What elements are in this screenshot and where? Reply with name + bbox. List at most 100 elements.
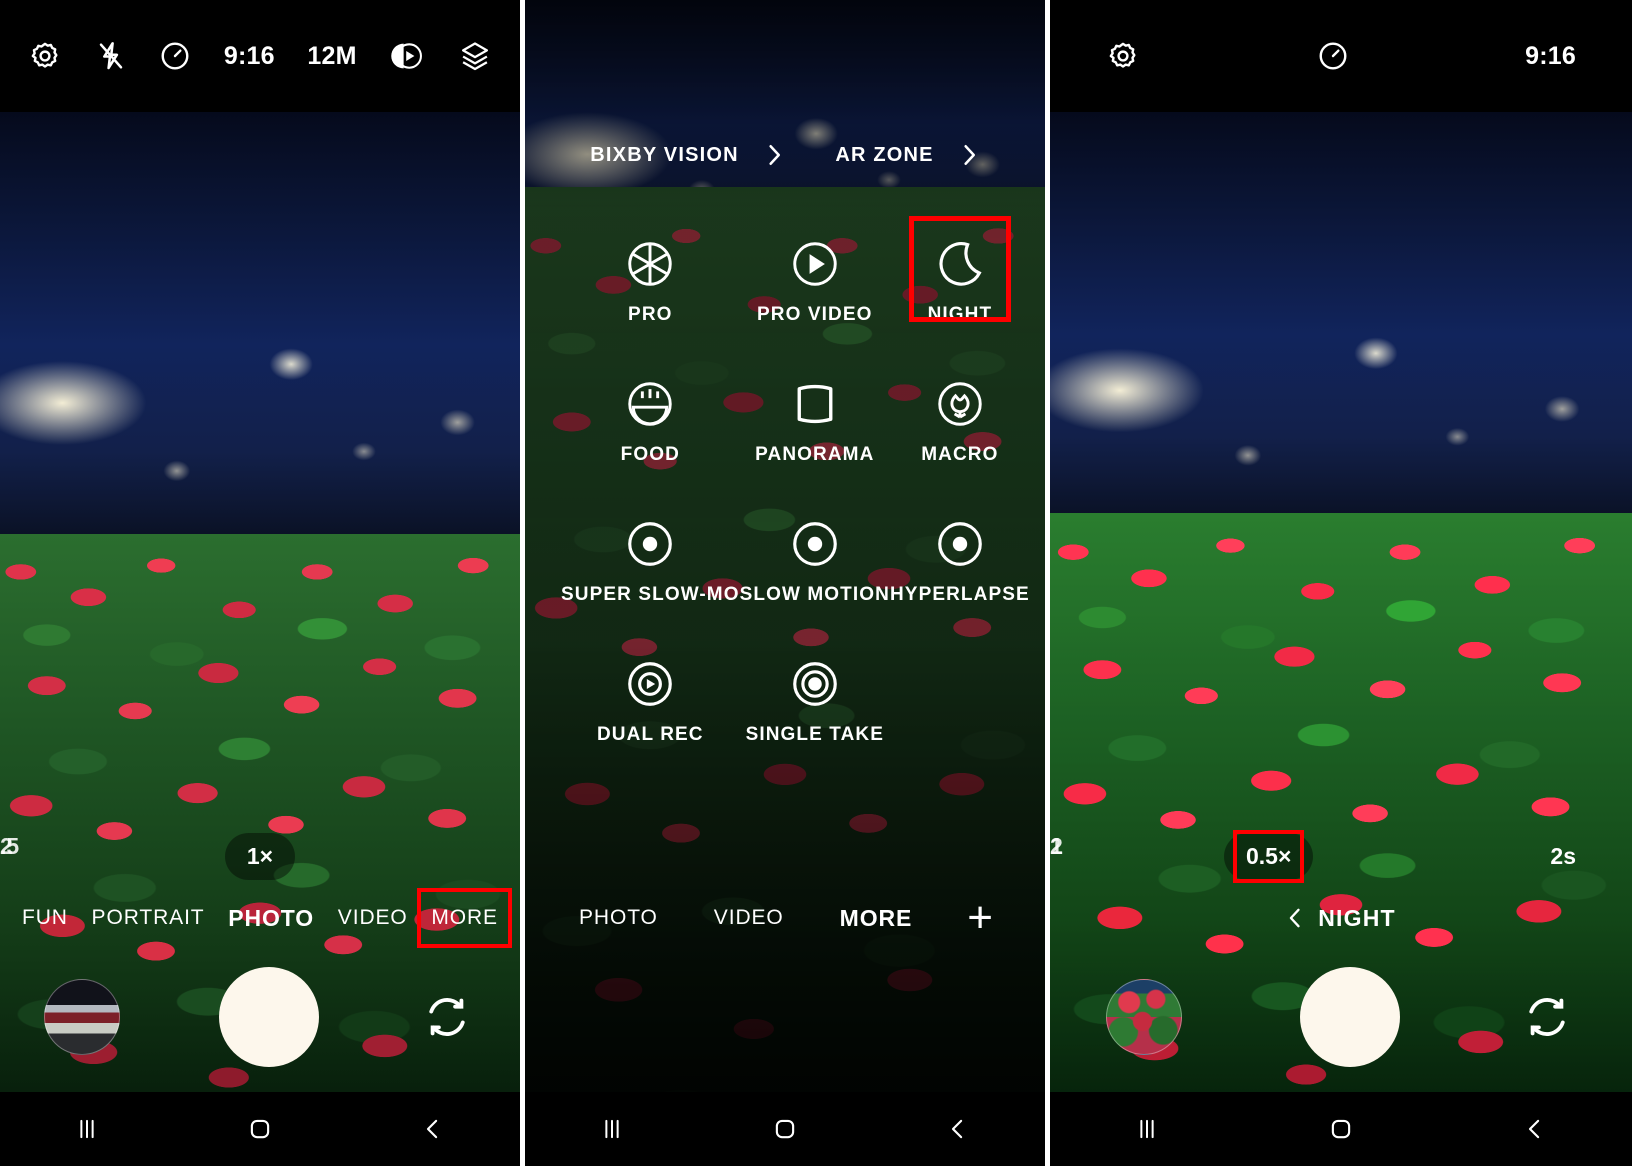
mode-label: SUPER SLOW-MO: [561, 584, 740, 605]
android-navigation-bar-3: [1050, 1092, 1632, 1166]
mode-label: NIGHT: [927, 304, 993, 325]
zoom-option-1x[interactable]: 1×: [247, 843, 273, 870]
exposure-timer-label[interactable]: 2s: [1550, 843, 1576, 870]
night-mode-text: NIGHT: [1318, 904, 1396, 931]
back-icon[interactable]: [388, 1092, 478, 1166]
recents-icon[interactable]: [42, 1092, 132, 1166]
mode-label: PRO VIDEO: [757, 304, 873, 325]
camera-controls-3: [1050, 942, 1632, 1092]
mode-label: SLOW MOTION: [739, 584, 890, 605]
flip-camera-icon[interactable]: [1518, 988, 1576, 1046]
recents-icon[interactable]: [1102, 1092, 1192, 1166]
camera-top-toolbar-3: 9:16: [1050, 0, 1632, 112]
single-take-icon: [787, 656, 843, 712]
mode-cell-pro[interactable]: PRO: [561, 236, 740, 326]
timer-icon[interactable]: [159, 40, 191, 72]
mode-label: HYPERLAPSE: [889, 584, 1030, 605]
mode-cell-pro-video[interactable]: PRO VIDEO: [740, 236, 890, 326]
mode-label: PANORAMA: [755, 444, 875, 465]
camera-top-toolbar-1: 9:16 12M: [0, 0, 520, 112]
mode-cell-panorama[interactable]: PANORAMA: [740, 376, 890, 466]
flip-camera-icon[interactable]: [418, 988, 476, 1046]
night-mode-label[interactable]: NIGHT: [1286, 904, 1396, 932]
chevron-left-icon: [1286, 904, 1304, 932]
mode-tab-bar-1: FUN PORTRAIT PHOTO VIDEO MORE: [0, 888, 520, 948]
screenshot-stage: 9:16 12M .5 1× 2 FUN PORTRAIT PHOTO VIDE…: [0, 0, 1632, 1166]
mode-cell-macro[interactable]: MACRO: [890, 376, 1030, 466]
filters-layers-icon[interactable]: [458, 39, 492, 73]
mode-tab-fun[interactable]: FUN: [20, 900, 70, 936]
settings-gear-icon[interactable]: [28, 39, 62, 73]
mode-tab-video[interactable]: VIDEO: [712, 900, 786, 936]
super-slow-mo-icon: [622, 516, 678, 572]
mode-cell-slow-motion[interactable]: SLOW MOTION: [740, 516, 890, 606]
mode-tab-bar-3: NIGHT: [1050, 894, 1632, 942]
zoom-option-2x[interactable]: 2: [1050, 833, 1632, 880]
mode-label: SINGLE TAKE: [745, 724, 884, 745]
camera-panel-more-menu: BIXBY VISION AR ZONE PRO PRO VIDEO NIGHT…: [525, 0, 1045, 1166]
play-circle-icon: [787, 236, 843, 292]
flash-off-icon[interactable]: [95, 40, 127, 72]
settings-gear-icon[interactable]: [1106, 39, 1140, 73]
mode-tab-photo[interactable]: PHOTO: [577, 900, 660, 936]
zoom-control-bar-1[interactable]: .5 1× 2: [0, 833, 520, 880]
mode-tab-portrait[interactable]: PORTRAIT: [90, 900, 207, 936]
back-icon[interactable]: [1490, 1092, 1580, 1166]
mode-label: FOOD: [620, 444, 680, 465]
dual-rec-icon: [622, 656, 678, 712]
back-icon[interactable]: [913, 1092, 1003, 1166]
mode-tab-video[interactable]: VIDEO: [336, 900, 410, 936]
mode-cell-hyperlapse[interactable]: HYPERLAPSE: [890, 516, 1030, 606]
add-shortcut-button[interactable]: +: [967, 896, 993, 940]
zoom-pill-1[interactable]: .5 1× 2: [0, 833, 296, 880]
crescent-moon-icon: [932, 236, 988, 292]
bixby-vision-label: BIXBY VISION: [590, 143, 739, 166]
camera-panel-photo-mode: 9:16 12M .5 1× 2 FUN PORTRAIT PHOTO VIDE…: [0, 0, 520, 1166]
resolution-label[interactable]: 12M: [307, 42, 356, 71]
flower-macro-icon: [932, 376, 988, 432]
zoom-option-1x[interactable]: 1: [1050, 833, 1632, 880]
grid-spacer: [890, 656, 1030, 746]
mode-tab-photo[interactable]: PHOTO: [226, 899, 316, 938]
mode-cell-single-take[interactable]: SINGLE TAKE: [740, 656, 890, 746]
mode-cell-super-slow-mo[interactable]: SUPER SLOW-MO: [561, 516, 740, 606]
ar-zone-label: AR ZONE: [835, 143, 934, 166]
aspect-ratio-label[interactable]: 9:16: [224, 42, 275, 71]
chevron-right-icon: [960, 140, 980, 170]
gallery-thumbnail[interactable]: [44, 979, 120, 1055]
home-icon[interactable]: [740, 1092, 830, 1166]
mode-label: PRO: [628, 304, 673, 325]
zoom-pill-3[interactable]: 0.5× 1 2: [1050, 830, 1314, 883]
mode-label: MACRO: [921, 444, 999, 465]
aspect-ratio-label[interactable]: 9:16: [1525, 42, 1576, 71]
slow-motion-icon: [787, 516, 843, 572]
camera-controls-1: [0, 942, 520, 1092]
shortcut-row: BIXBY VISION AR ZONE: [525, 140, 1045, 170]
food-bowl-icon: [622, 376, 678, 432]
panorama-icon: [787, 376, 843, 432]
shutter-button[interactable]: [219, 967, 319, 1067]
timer-icon[interactable]: [1317, 40, 1349, 72]
recents-icon[interactable]: [567, 1092, 657, 1166]
mode-label: DUAL REC: [596, 724, 704, 745]
mode-cell-night[interactable]: NIGHT: [890, 236, 1030, 326]
camera-panel-night-mode: 9:16 0.5× 1 2 2s NIGHT: [1050, 0, 1632, 1166]
more-modes-grid: PRO PRO VIDEO NIGHT FOOD PANORAMA MACRO …: [525, 236, 1045, 746]
android-navigation-bar-2: [525, 1092, 1045, 1166]
home-icon[interactable]: [1296, 1092, 1386, 1166]
ar-zone-shortcut[interactable]: AR ZONE: [835, 140, 979, 170]
zoom-control-bar-3[interactable]: 0.5× 1 2 2s: [1050, 830, 1632, 883]
motion-photo-icon[interactable]: [389, 41, 425, 71]
shutter-button[interactable]: [1300, 967, 1400, 1067]
mode-tab-more[interactable]: MORE: [838, 899, 915, 938]
mode-tab-more[interactable]: MORE: [417, 888, 512, 948]
home-icon[interactable]: [215, 1092, 305, 1166]
mode-tab-bar-2: PHOTO VIDEO MORE +: [525, 894, 1045, 942]
bixby-vision-shortcut[interactable]: BIXBY VISION: [590, 140, 785, 170]
android-navigation-bar-1: [0, 1092, 520, 1166]
gallery-thumbnail[interactable]: [1106, 979, 1182, 1055]
mode-cell-food[interactable]: FOOD: [561, 376, 740, 466]
hyperlapse-icon: [932, 516, 988, 572]
zoom-option-0_5x[interactable]: 0.5×: [1232, 830, 1305, 883]
mode-cell-dual-rec[interactable]: DUAL REC: [561, 656, 740, 746]
